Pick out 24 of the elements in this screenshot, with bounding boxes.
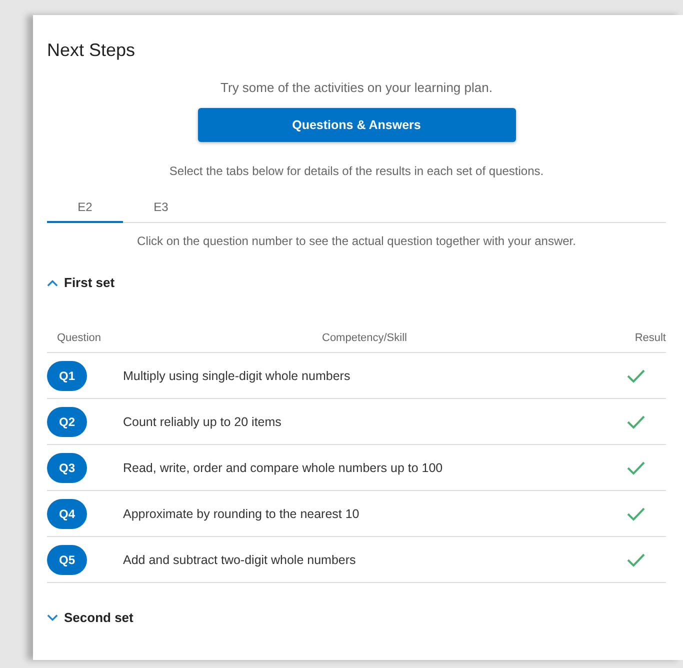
- intro-text: Try some of the activities on your learning plan.: [220, 80, 494, 95]
- chevron-up-icon: [47, 278, 58, 286]
- tabs-hint: Select the tabs below for details of the results in each set of questions.: [168, 164, 545, 178]
- set-toggle[interactable]: First set: [47, 275, 115, 290]
- questions-answers-button[interactable]: Questions & Answers: [198, 108, 516, 142]
- table-cell-text: Count reliably up to 20 items: [123, 414, 282, 428]
- question-number-button[interactable]: Q5: [47, 544, 87, 574]
- table-cell-text: Read, write, order and compare whole numbers up to 100: [123, 460, 444, 474]
- tab[interactable]: E2: [47, 192, 123, 223]
- table-cell-text: Approximate by rounding to the nearest 10: [123, 506, 360, 520]
- question-number-button[interactable]: Q2: [47, 406, 87, 436]
- section-title: Next Steps: [47, 40, 136, 61]
- column-header: Result: [634, 332, 666, 344]
- table-cell-text: Add and subtract two-digit whole numbers: [123, 552, 357, 566]
- table-cell-text: Multiply using single-digit whole numbers: [123, 368, 352, 382]
- column-header: Competency/Skill: [322, 332, 407, 344]
- question-number-button[interactable]: Q1: [47, 360, 87, 390]
- tab[interactable]: E3: [123, 192, 199, 223]
- question-number-button[interactable]: Q3: [47, 452, 87, 482]
- set-toggle[interactable]: Second set: [47, 610, 134, 625]
- chevron-down-icon: [47, 614, 58, 622]
- column-header: Question: [56, 332, 102, 344]
- instruction-text: Click on the question number to see the actual question together with your answer.: [136, 234, 577, 248]
- question-number-button[interactable]: Q4: [47, 498, 87, 528]
